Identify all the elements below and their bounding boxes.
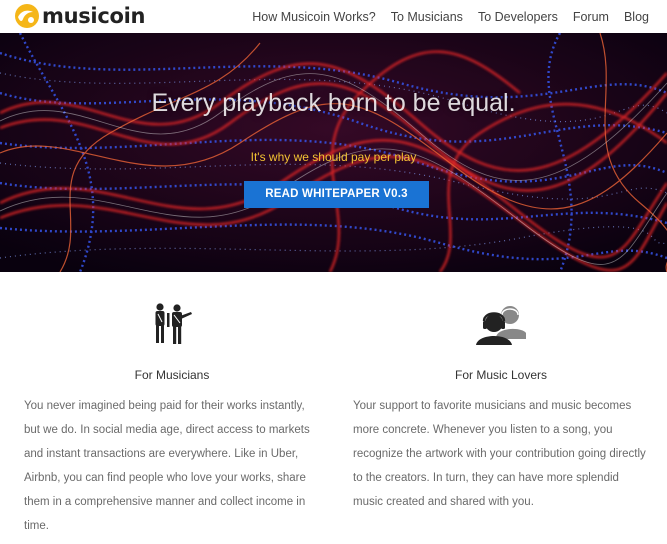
- nav-links: How Musicoin Works? To Musicians To Deve…: [237, 0, 649, 33]
- hero-banner: Every playback born to be equal. It's wh…: [0, 33, 667, 272]
- musicians-feature-text: You never imagined being paid for their …: [24, 400, 310, 532]
- musicians-icon: [155, 303, 192, 344]
- nav-forum[interactable]: Forum: [573, 10, 609, 24]
- music-lovers-feature-text: Your support to favorite musicians and m…: [353, 400, 646, 508]
- top-nav: musicoin How Musicoin Works? To Musician…: [0, 0, 667, 33]
- logo-text: musicoin: [42, 4, 146, 28]
- nav-blog[interactable]: Blog: [624, 10, 649, 24]
- music-lovers-icon: [476, 306, 526, 345]
- nav-how-it-works[interactable]: How Musicoin Works?: [252, 10, 375, 24]
- read-whitepaper-button[interactable]: READ WHITEPAPER V0.3: [244, 181, 429, 208]
- musicoin-logo-icon: [15, 4, 39, 28]
- nav-to-musicians[interactable]: To Musicians: [391, 10, 463, 24]
- logo[interactable]: musicoin: [14, 3, 145, 29]
- music-lovers-feature-title: For Music Lovers: [454, 368, 548, 382]
- hero-subtitle: It's why we should pay per play: [250, 150, 417, 164]
- musicians-feature-title: For Musicians: [134, 368, 210, 382]
- hero-title: Every playback born to be equal.: [151, 89, 516, 117]
- nav-to-developers[interactable]: To Developers: [478, 10, 558, 24]
